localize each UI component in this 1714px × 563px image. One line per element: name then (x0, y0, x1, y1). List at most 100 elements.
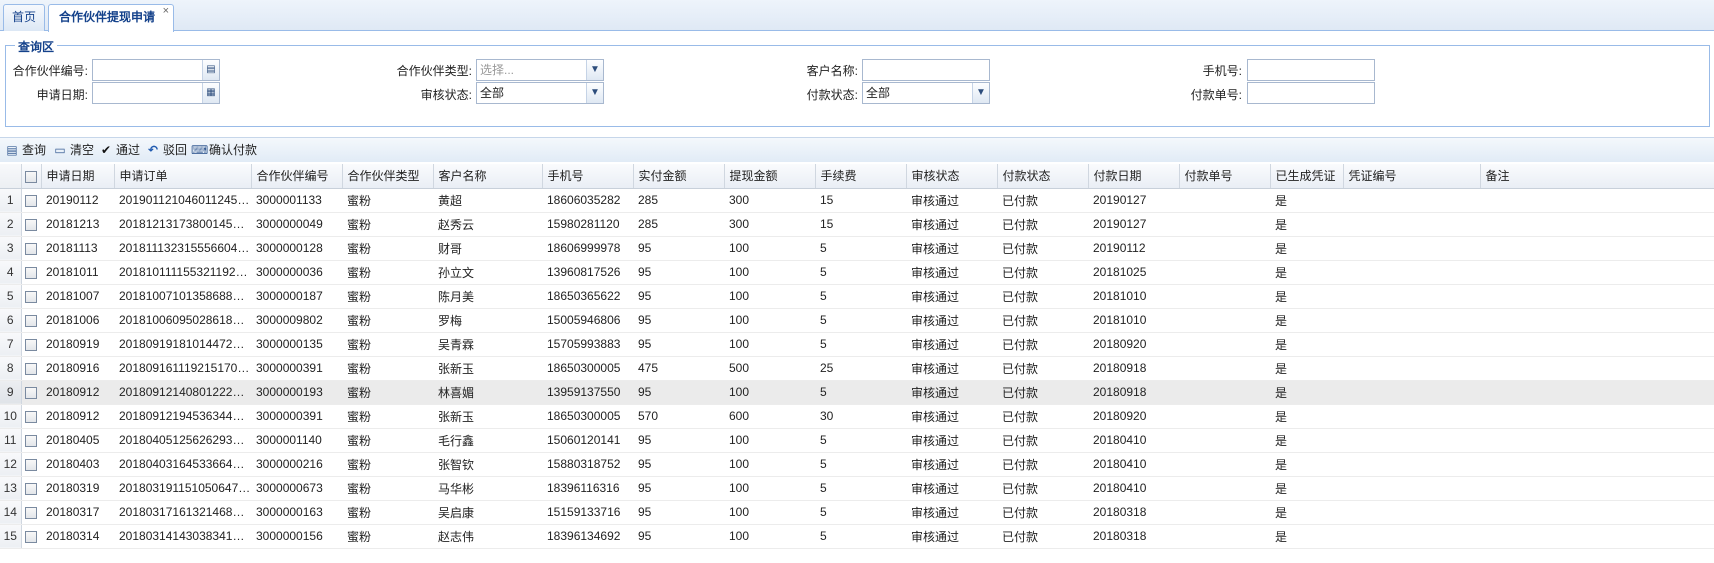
row-number: 5 (0, 284, 22, 309)
pay-no-field[interactable] (1247, 82, 1375, 104)
col-header[interactable]: 备注 (1480, 164, 1714, 189)
confirm-pay-button-label: 确认付款 (209, 143, 258, 157)
row-checkbox[interactable] (21, 332, 41, 357)
cell-phone: 18650365622 (542, 284, 633, 309)
cell-remark (1480, 404, 1714, 429)
row-checkbox[interactable] (21, 380, 41, 405)
col-header[interactable]: 申请订单 (114, 164, 252, 189)
col-header[interactable]: 手续费 (815, 164, 907, 189)
row-checkbox[interactable] (21, 308, 41, 333)
cell-ptype: 蜜粉 (342, 476, 433, 501)
row-checkbox[interactable] (21, 212, 41, 237)
calendar-icon[interactable]: ▦ (202, 83, 219, 103)
cell-amount: 100 (724, 260, 815, 285)
row-number-header (0, 164, 22, 189)
table-row[interactable]: 4 20181011 2018101111553211920… 3000000036 蜜… (0, 260, 1714, 285)
cell-vno (1343, 380, 1480, 405)
row-checkbox[interactable] (21, 524, 41, 549)
cell-payno (1179, 500, 1270, 525)
row-checkbox[interactable] (21, 356, 41, 381)
cell-phone: 18396116316 (542, 476, 633, 501)
cell-payno (1179, 452, 1270, 477)
row-number: 7 (0, 332, 22, 357)
cell-date: 20181213 (41, 212, 114, 237)
cell-vno (1343, 428, 1480, 453)
table-row[interactable]: 11 20180405 2018040512562629322… 3000001140… (0, 428, 1714, 453)
table-row[interactable]: 12 20180403 2018040316453366406… 3000000216… (0, 452, 1714, 477)
clear-button[interactable]: ▭ 清空 (52, 142, 94, 160)
chevron-down-icon[interactable]: ▼ (586, 83, 603, 103)
col-header[interactable]: 合作伙伴编号 (251, 164, 343, 189)
approve-button[interactable]: ✔ 通过 (98, 142, 140, 160)
row-checkbox[interactable] (21, 284, 41, 309)
table-row[interactable]: 7 20180919 2018091918101447207… 3000000135 蜜… (0, 332, 1714, 357)
cell-paid: 570 (633, 404, 724, 429)
table-row[interactable]: 15 20180314 2018031414303834124… 3000000156… (0, 524, 1714, 549)
partner-type-select[interactable]: 选择... ▼ (476, 59, 604, 81)
col-header[interactable]: 提现金额 (724, 164, 816, 189)
table-row[interactable]: 2 20181213 2018121317380014594… 3000000049 蜜… (0, 212, 1714, 237)
customer-name-field[interactable] (862, 59, 990, 81)
col-header[interactable]: 付款单号 (1179, 164, 1271, 189)
table-row[interactable]: 3 20181113 2018111323155566046… 3000000128 蜜… (0, 236, 1714, 261)
apply-date-field[interactable]: ▦ (92, 82, 220, 104)
col-header[interactable]: 实付金额 (633, 164, 725, 189)
cell-cname: 张智钦 (433, 452, 542, 477)
query-button[interactable]: ▤ 查询 (4, 142, 46, 160)
table-row[interactable]: 14 20180317 2018031716132146888… 3000000163… (0, 500, 1714, 525)
cell-cname: 吴青霖 (433, 332, 542, 357)
cell-ptype: 蜜粉 (342, 236, 433, 261)
col-header[interactable]: 审核状态 (906, 164, 998, 189)
row-checkbox[interactable] (21, 500, 41, 525)
clear-button-label: 清空 (70, 143, 95, 157)
row-checkbox[interactable] (21, 404, 41, 429)
cell-order: 2018111323155566046… (114, 236, 251, 261)
table-row[interactable]: 1 20190112 2019011210460112452… 3000001133 蜜… (0, 188, 1714, 213)
row-checkbox[interactable] (21, 260, 41, 285)
pay-status-select[interactable]: 全部 ▼ (862, 82, 990, 104)
table-row[interactable]: 8 20180916 2018091611192151701… 3000000391 蜜… (0, 356, 1714, 381)
table-row[interactable]: 9 20180912 2018091214080122247… 3000000193 蜜… (0, 380, 1714, 405)
table-row[interactable]: 10 20180912 2018091219453634424… 3000000391… (0, 404, 1714, 429)
id-card-icon[interactable]: ▤ (202, 60, 219, 80)
col-header[interactable]: 付款状态 (997, 164, 1089, 189)
row-checkbox[interactable] (21, 476, 41, 501)
cell-remark (1480, 452, 1714, 477)
col-header[interactable]: 手机号 (542, 164, 634, 189)
cell-order: 2018031414303834124… (114, 524, 251, 549)
col-header[interactable]: 付款日期 (1088, 164, 1180, 189)
cell-fee: 5 (815, 452, 906, 477)
cell-amount: 600 (724, 404, 815, 429)
table-row[interactable]: 13 20180319 2018031911510506475… 3000000673… (0, 476, 1714, 501)
chevron-down-icon[interactable]: ▼ (586, 60, 603, 80)
cell-paid: 95 (633, 452, 724, 477)
cell-audit: 审核通过 (906, 380, 997, 405)
confirm-pay-button[interactable]: ⌨确认付款 (191, 142, 257, 160)
col-header[interactable]: 申请日期 (41, 164, 115, 189)
col-header[interactable]: 已生成凭证 (1270, 164, 1344, 189)
col-header[interactable]: 凭证编号 (1343, 164, 1481, 189)
table-row[interactable]: 6 20181006 2018100609502861801… 3000009802 蜜… (0, 308, 1714, 333)
cell-amount: 100 (724, 380, 815, 405)
chevron-down-icon[interactable]: ▼ (972, 83, 989, 103)
row-checkbox[interactable] (21, 188, 41, 213)
cell-remark (1480, 212, 1714, 237)
select-all-checkbox[interactable] (21, 164, 42, 189)
row-checkbox[interactable] (21, 452, 41, 477)
cell-date: 20180314 (41, 524, 114, 549)
tab-partner-withdrawal[interactable]: 合作伙伴提现申请 × (48, 4, 174, 32)
partner-no-field[interactable]: ▤ (92, 59, 220, 81)
cell-fee: 5 (815, 500, 906, 525)
cell-remark (1480, 524, 1714, 549)
row-checkbox[interactable] (21, 428, 41, 453)
table-row[interactable]: 5 20181007 2018100710135868801… 3000000187 蜜… (0, 284, 1714, 309)
col-header[interactable]: 合作伙伴类型 (342, 164, 434, 189)
tab-home[interactable]: 首页 (3, 4, 45, 31)
reject-button[interactable]: ↶ 驳回 (145, 142, 187, 160)
cell-fee: 5 (815, 428, 906, 453)
row-checkbox[interactable] (21, 236, 41, 261)
col-header[interactable]: 客户名称 (433, 164, 543, 189)
close-icon[interactable]: × (163, 0, 169, 24)
phone-field[interactable] (1247, 59, 1375, 81)
audit-status-select[interactable]: 全部 ▼ (476, 82, 604, 104)
